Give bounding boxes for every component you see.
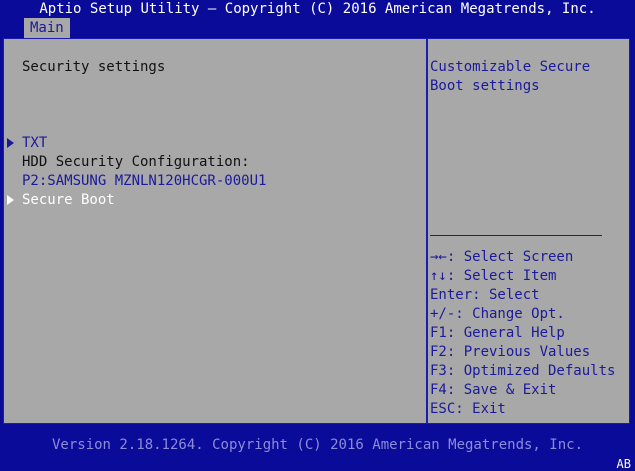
help-description-line: Boot settings (430, 78, 540, 94)
setup-panel: Security settings TXT HDD Security Confi… (3, 38, 630, 424)
key-hint-f1: F1: General Help (430, 325, 565, 341)
key-hint-select-item: ↑↓: Select Item (430, 268, 557, 284)
key-hint-enter: Enter: Select (430, 287, 540, 303)
menu-item-txt[interactable]: TXT (22, 134, 47, 153)
window-title: Aptio Setup Utility – Copyright (C) 2016… (39, 1, 596, 17)
help-divider (430, 235, 602, 236)
submenu-arrow-icon (7, 138, 14, 148)
panel-divider (426, 39, 428, 423)
key-hint-esc: ESC: Exit (430, 401, 506, 417)
post-code: AB (616, 457, 631, 471)
hdd-device-entry[interactable]: P2:SAMSUNG MZNLN120HCGR-000U1 (22, 172, 266, 191)
key-hint-f4: F4: Save & Exit (430, 382, 557, 398)
key-hint-change-opt: +/-: Change Opt. (430, 306, 565, 322)
section-title: Security settings (22, 59, 166, 75)
tab-main[interactable]: Main (24, 18, 70, 38)
help-description-line: Customizable Secure (430, 59, 591, 75)
hdd-security-label: HDD Security Configuration: (22, 154, 250, 170)
key-hint-f2: F2: Previous Values (430, 344, 591, 360)
menu-item-secure-boot[interactable]: Secure Boot (22, 191, 115, 210)
key-hint-select-screen: →←: Select Screen (430, 249, 574, 265)
key-hint-f3: F3: Optimized Defaults (430, 363, 616, 379)
version-footer: Version 2.18.1264. Copyright (C) 2016 Am… (51, 437, 583, 453)
submenu-arrow-icon (7, 195, 14, 205)
